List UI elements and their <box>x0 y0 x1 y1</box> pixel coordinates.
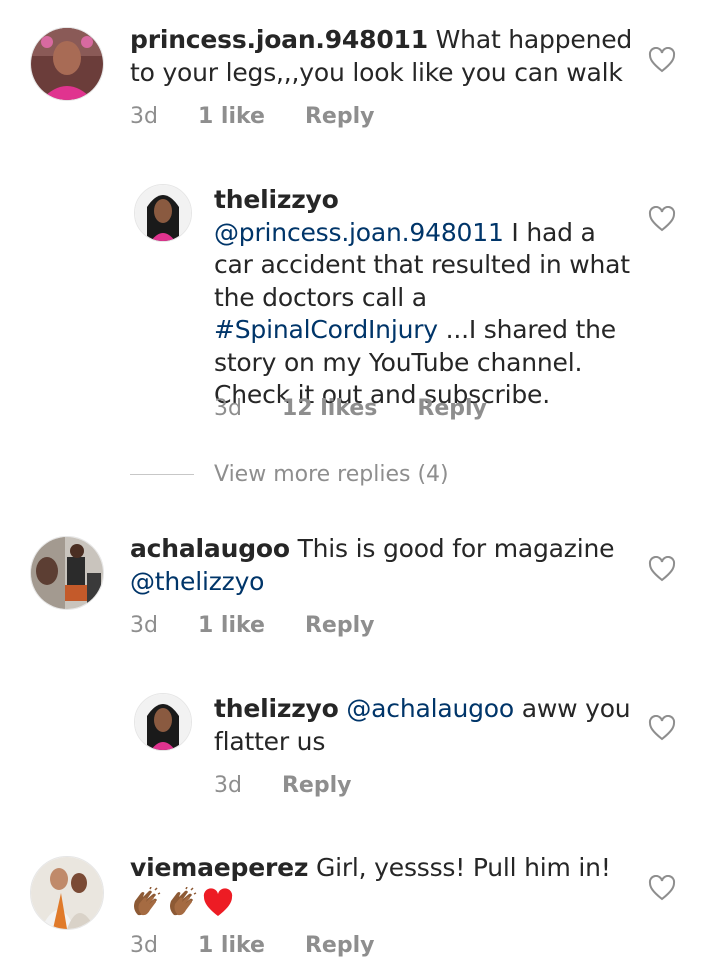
comment-meta: 3d Reply <box>214 770 391 800</box>
comment-text: This is good for magazine <box>297 534 615 563</box>
avatar[interactable] <box>30 856 104 930</box>
comment-body: viemaeperez Girl, yessss! Pull him in! <box>130 852 650 885</box>
timestamp: 3d <box>214 772 242 798</box>
mention-link[interactable]: @thelizzyo <box>130 567 264 596</box>
likes-count[interactable]: 1 like <box>198 613 265 638</box>
reply-button[interactable]: Reply <box>305 104 375 129</box>
comment-body: thelizzyo @achalaugoo aww you flatter us <box>214 693 634 758</box>
avatar[interactable] <box>30 27 104 101</box>
avatar-image <box>31 857 103 929</box>
view-more-replies[interactable]: View more replies (4) <box>130 462 449 487</box>
username[interactable]: thelizzyo <box>214 185 339 214</box>
red-heart-icon <box>203 888 233 916</box>
timestamp: 3d <box>214 395 242 421</box>
view-more-label[interactable]: View more replies (4) <box>214 462 449 487</box>
reply-button[interactable]: Reply <box>305 613 375 638</box>
avatar-image <box>135 694 191 750</box>
comment-text: Girl, yessss! Pull him in! <box>315 853 611 882</box>
reply-button[interactable]: Reply <box>417 396 487 421</box>
avatar[interactable] <box>134 184 192 242</box>
mention-link[interactable]: @princess.joan.948011 <box>214 218 504 247</box>
likes-count[interactable]: 1 like <box>198 104 265 129</box>
timestamp: 3d <box>130 932 158 958</box>
comment-meta: 3d 1 like Reply <box>130 101 414 131</box>
comment-meta: 3d 12 likes Reply <box>214 393 527 423</box>
timestamp: 3d <box>130 612 158 638</box>
avatar[interactable] <box>30 536 104 610</box>
heart-icon[interactable] <box>648 874 676 901</box>
comment-body: thelizzyo @princess.joan.948011 I had a … <box>214 184 634 412</box>
heart-icon[interactable] <box>648 205 676 232</box>
username[interactable]: princess.joan.948011 <box>130 25 428 54</box>
avatar[interactable] <box>134 693 192 751</box>
likes-count[interactable]: 1 like <box>198 933 265 958</box>
clapping-hands-icon <box>134 887 161 916</box>
avatar-image <box>31 537 103 609</box>
clapping-hands-icon <box>170 887 197 916</box>
likes-count[interactable]: 12 likes <box>282 396 377 421</box>
heart-icon[interactable] <box>648 714 676 741</box>
heart-icon[interactable] <box>648 555 676 582</box>
mention-link[interactable]: @achalaugoo <box>346 694 514 723</box>
hashtag-link[interactable]: #SpinalCordInjury <box>214 315 438 344</box>
emoji-row <box>130 887 234 919</box>
comment-meta: 3d 1 like Reply <box>130 610 414 640</box>
username[interactable]: achalaugoo <box>130 534 290 563</box>
reply-button[interactable]: Reply <box>305 933 375 958</box>
heart-icon[interactable] <box>648 46 676 73</box>
username[interactable]: thelizzyo <box>214 694 339 723</box>
timestamp: 3d <box>130 103 158 129</box>
avatar-image <box>135 185 191 241</box>
reply-button[interactable]: Reply <box>282 773 352 798</box>
comment-meta: 3d 1 like Reply <box>130 930 414 960</box>
avatar-image <box>31 28 103 100</box>
comment-body: achalaugoo This is good for magazine @th… <box>130 533 650 598</box>
divider <box>130 474 194 475</box>
comment-body: princess.joan.948011 What happened to yo… <box>130 24 650 89</box>
username[interactable]: viemaeperez <box>130 853 308 882</box>
